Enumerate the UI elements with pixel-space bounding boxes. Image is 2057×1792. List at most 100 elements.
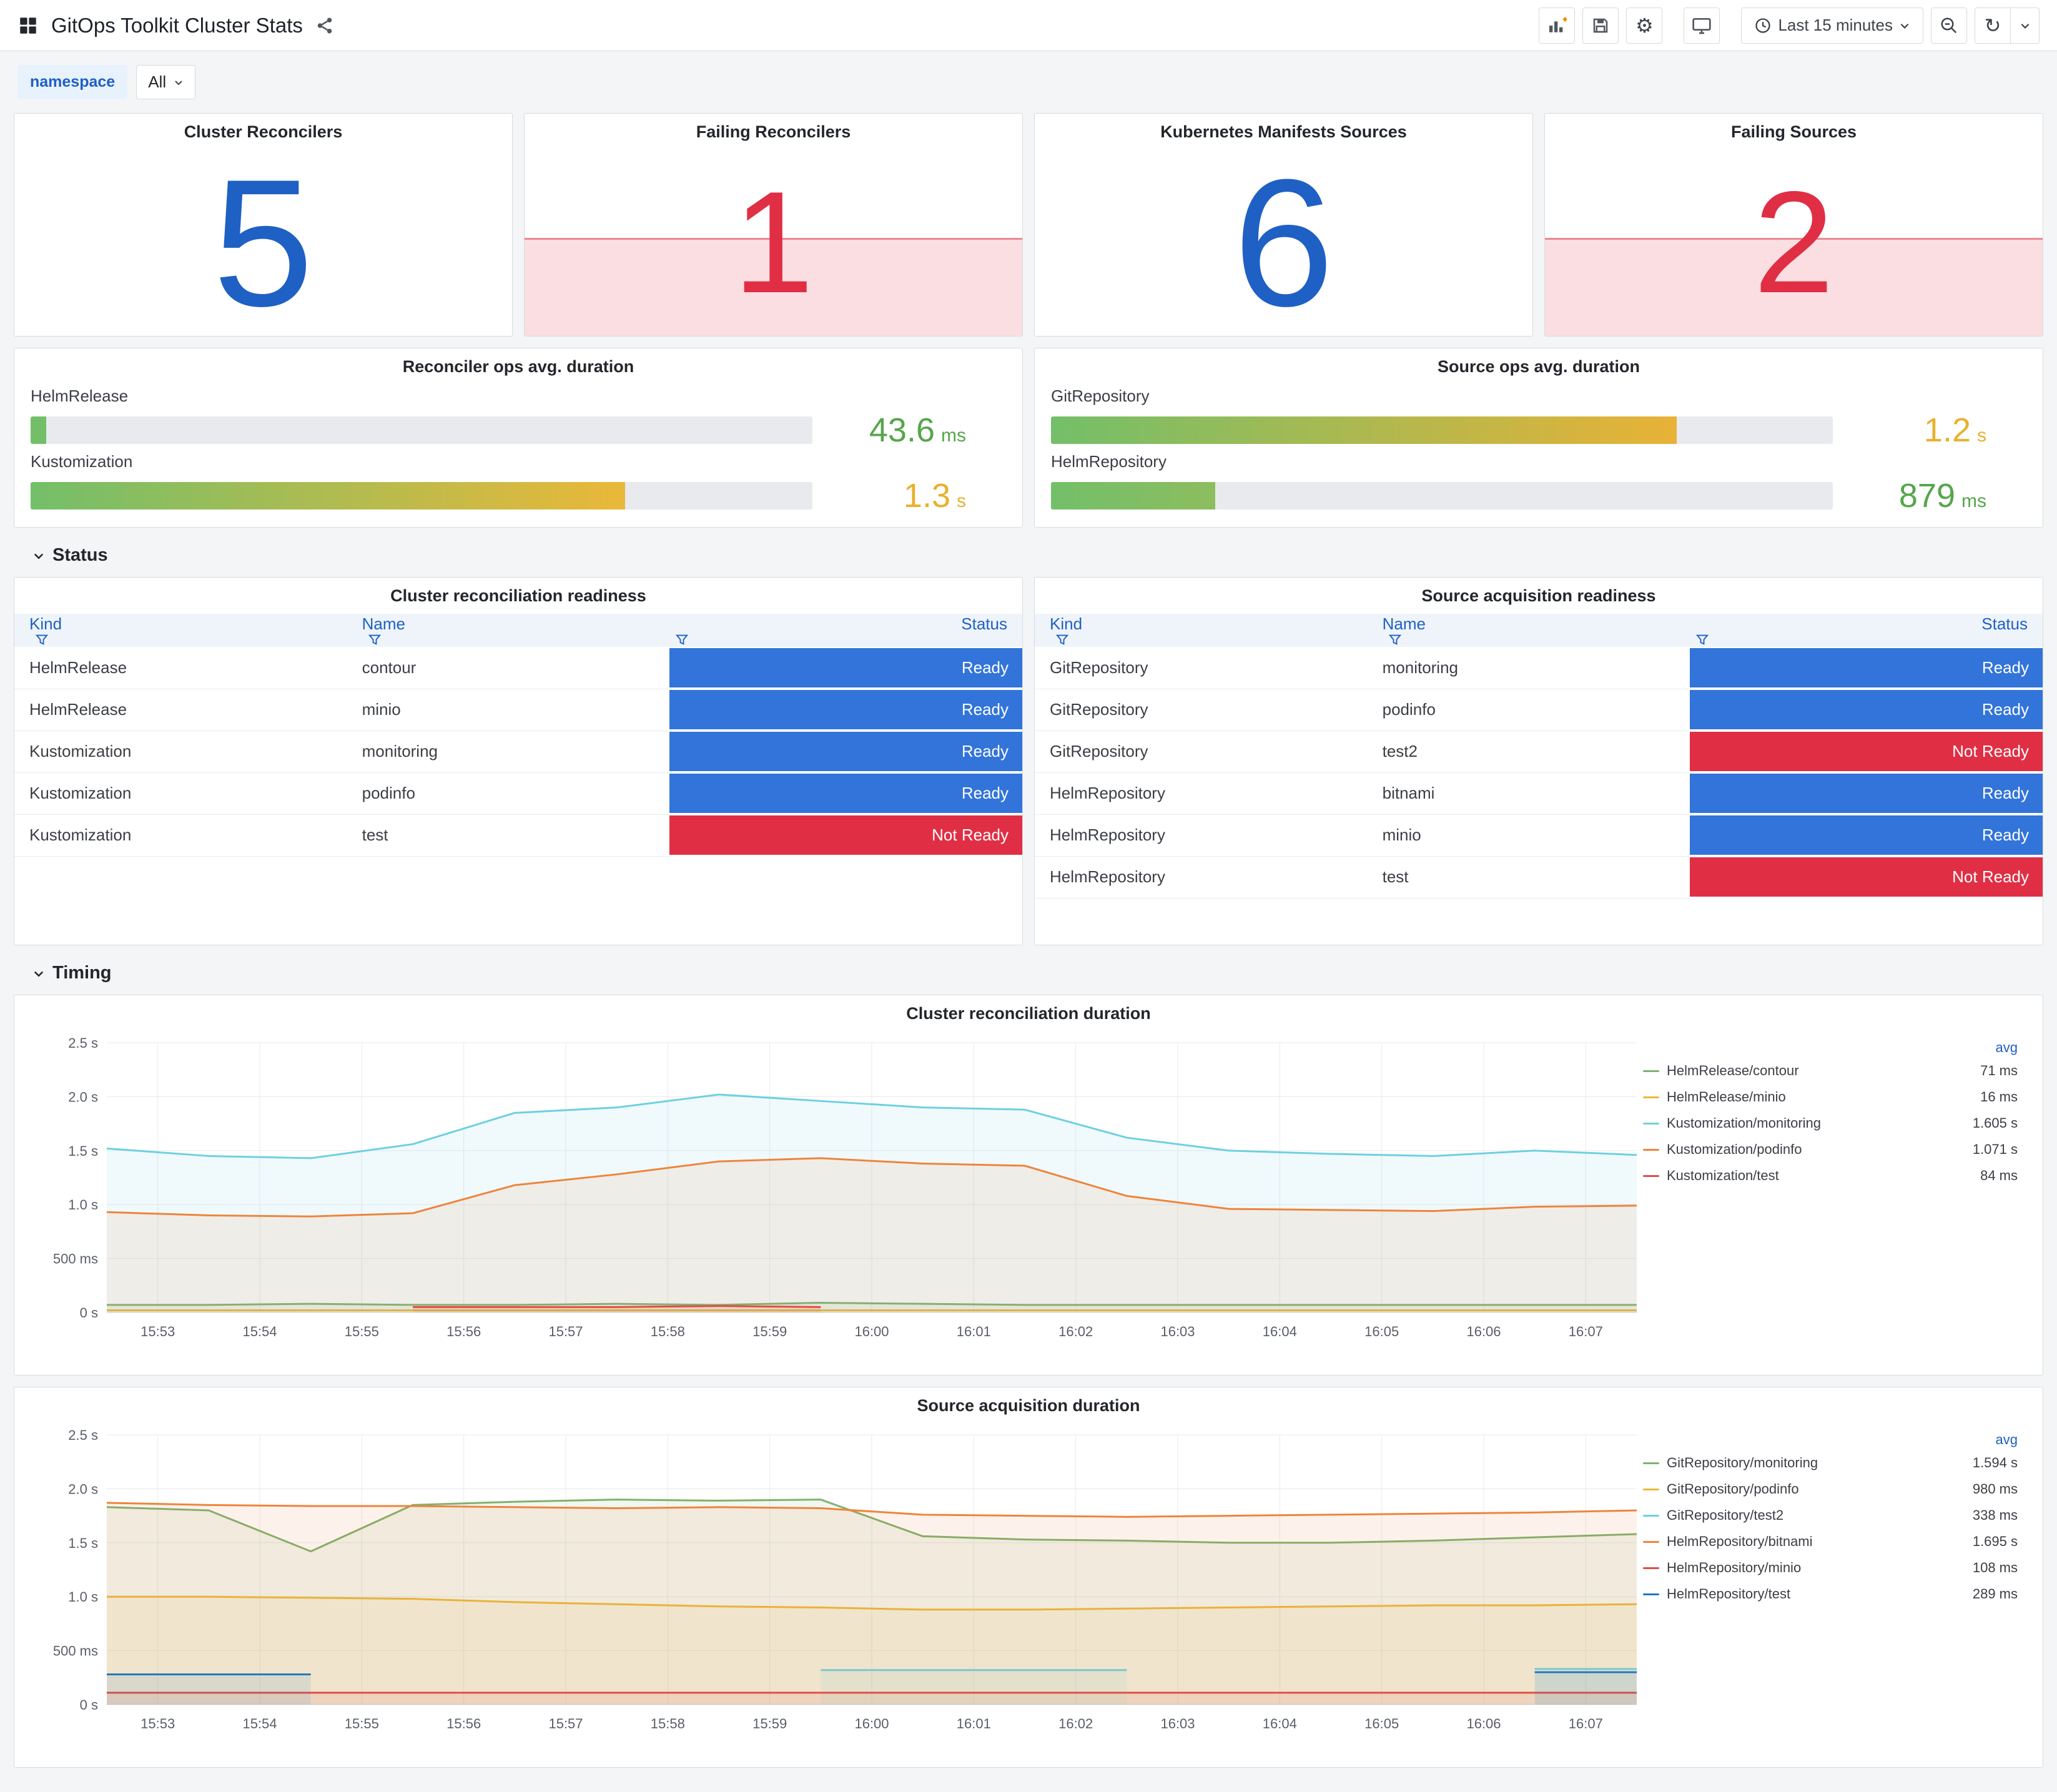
bar-gauge-value-unit: s: [1977, 425, 1986, 446]
chart-legend: avg GitRepository/monitoring 1.594 s GitRep…: [1643, 1424, 2018, 1763]
time-series-plot[interactable]: 15:53 15:54 15:55 15:56 15:57 15:58 15:59 16:00…: [19, 1031, 1643, 1344]
refresh-interval-dropdown[interactable]: [2011, 7, 2040, 44]
timing-section-toggle[interactable]: Timing: [32, 963, 2043, 983]
svg-text:2.0 s: 2.0 s: [68, 1089, 98, 1105]
panel-title: Reconciler ops avg. duration: [402, 357, 634, 376]
monitor-icon: [1692, 17, 1712, 34]
status-cell: Ready: [1690, 647, 2043, 689]
svg-text:15:58: 15:58: [651, 1716, 685, 1731]
legend-item[interactable]: Kustomization/monitoring 1.605 s: [1643, 1110, 2018, 1136]
add-panel-button[interactable]: [1539, 7, 1576, 44]
svg-text:0 s: 0 s: [80, 1697, 98, 1713]
clock-icon: [1755, 17, 1771, 33]
legend-item[interactable]: HelmRepository/minio 108 ms: [1643, 1555, 2018, 1581]
kind-cell: HelmRelease: [14, 689, 347, 731]
legend-item[interactable]: HelmRelease/minio 16 ms: [1643, 1084, 2018, 1110]
panel-title: Source acquisition readiness: [1421, 586, 1656, 605]
svg-text:15:58: 15:58: [651, 1324, 685, 1339]
bar-gauge-value: 879 ms: [1833, 476, 2026, 515]
status-cell: Ready: [1690, 689, 2043, 731]
dashboard-grid: Cluster Reconcilers 5 Failing Reconcilers 1…: [0, 113, 2057, 1783]
column-header-status[interactable]: Status: [1690, 614, 2043, 647]
cycle-view-button[interactable]: [1684, 7, 1720, 44]
status-badge: Ready: [669, 774, 1022, 813]
svg-text:16:00: 16:00: [854, 1324, 889, 1339]
series-name: HelmRepository/test: [1667, 1586, 1791, 1602]
legend-item[interactable]: HelmRelease/contour 71 ms: [1643, 1058, 2018, 1084]
bar-gauge-value-number: 879: [1898, 476, 1955, 514]
refresh-button[interactable]: ↻: [1975, 7, 2011, 44]
series-color-marker: [1643, 1096, 1659, 1098]
legend-item[interactable]: GitRepository/test2 338 ms: [1643, 1502, 2018, 1529]
legend-item[interactable]: GitRepository/podinfo 980 ms: [1643, 1476, 2018, 1502]
time-range-picker[interactable]: Last 15 minutes: [1741, 7, 1923, 44]
svg-text:15:53: 15:53: [141, 1324, 175, 1339]
legend-item[interactable]: GitRepository/monitoring 1.594 s: [1643, 1450, 2018, 1476]
series-avg-value: 1.605 s: [1972, 1115, 2018, 1131]
table-row: HelmRepository bitnami Ready: [1035, 772, 2043, 815]
panel-title: Failing Sources: [1730, 122, 1857, 141]
filter-funnel-icon[interactable]: [368, 634, 381, 646]
column-header-kind[interactable]: Kind: [1035, 614, 1368, 647]
time-series-plot[interactable]: 15:53 15:54 15:55 15:56 15:57 15:58 15:59 16:00…: [19, 1424, 1643, 1736]
dashboard-settings-button[interactable]: ⚙: [1626, 7, 1663, 44]
readiness-table-panel: Cluster reconciliation readiness Kind Name…: [14, 577, 1023, 945]
share-dashboard-icon[interactable]: [315, 16, 334, 35]
save-dashboard-button[interactable]: [1582, 7, 1619, 44]
column-header-name[interactable]: Name: [1367, 614, 1690, 647]
svg-text:2.5 s: 2.5 s: [68, 1427, 98, 1443]
name-cell: bitnami: [1367, 772, 1690, 815]
svg-text:1.5 s: 1.5 s: [68, 1143, 98, 1159]
kind-cell: HelmRepository: [1035, 772, 1368, 815]
column-header-status[interactable]: Status: [669, 614, 1022, 647]
status-badge: Not Ready: [1690, 857, 2043, 897]
legend-item[interactable]: HelmRepository/bitnami 1.695 s: [1643, 1529, 2018, 1555]
zoom-out-icon: [1941, 17, 1957, 33]
filter-funnel-icon[interactable]: [36, 634, 48, 646]
bar-gauge-line: 43.6 ms: [31, 411, 1006, 450]
dashboard-title: GitOps Toolkit Cluster Stats: [51, 13, 303, 37]
namespace-variable-dropdown[interactable]: All: [136, 65, 196, 99]
svg-text:16:06: 16:06: [1466, 1324, 1501, 1339]
series-avg-value: 1.695 s: [1972, 1534, 2018, 1549]
svg-text:500 ms: 500 ms: [53, 1251, 98, 1267]
filter-funnel-icon[interactable]: [676, 634, 689, 646]
filter-funnel-icon[interactable]: [1056, 634, 1068, 646]
legend-item[interactable]: Kustomization/podinfo 1.071 s: [1643, 1136, 2018, 1163]
bar-gauge-panel: Source ops avg. duration GitRepository 1.2…: [1034, 348, 2043, 528]
kind-cell: Kustomization: [14, 731, 347, 773]
column-header-label: Status: [1981, 614, 2028, 633]
panel-title: Cluster reconciliation duration: [906, 1003, 1151, 1023]
bar-gauge-body: GitRepository 1.2 s HelmRepository 879 ms: [1035, 385, 2043, 527]
filter-funnel-icon[interactable]: [1696, 634, 1709, 646]
table-row: HelmRepository minio Ready: [1035, 814, 2043, 857]
status-section-toggle[interactable]: Status: [32, 545, 2043, 566]
chart-body: 15:53 15:54 15:55 15:56 15:57 15:58 15:59 16:00…: [14, 1031, 2043, 1375]
svg-text:15:59: 15:59: [752, 1324, 787, 1339]
column-header-label: Kind: [1050, 614, 1083, 633]
variable-row: namespace All: [0, 51, 2057, 102]
series-name: GitRepository/test2: [1667, 1507, 1784, 1523]
dashboard-grid-icon[interactable]: [17, 15, 39, 36]
column-header-name[interactable]: Name: [347, 614, 670, 647]
filter-funnel-icon[interactable]: [1388, 634, 1401, 646]
status-badge: Ready: [669, 648, 1022, 687]
readiness-table: Kind Name Status HelmRelease contour Ready Hel…: [14, 614, 1022, 857]
panel-title: Source acquisition duration: [917, 1396, 1140, 1415]
stat-panel: Cluster Reconcilers 5: [14, 113, 513, 337]
svg-text:16:05: 16:05: [1364, 1716, 1399, 1731]
kind-cell: GitRepository: [1035, 689, 1368, 731]
zoom-out-button[interactable]: [1931, 7, 1967, 44]
svg-text:500 ms: 500 ms: [53, 1643, 98, 1659]
series-avg-value: 16 ms: [1980, 1089, 2018, 1105]
column-header-kind[interactable]: Kind: [14, 614, 347, 647]
bar-gauge-track: [1051, 481, 1833, 510]
bar-gauge-fill: [31, 481, 625, 510]
stat-value: 2: [1753, 162, 1835, 323]
series-color-marker: [1643, 1462, 1659, 1464]
name-cell: minio: [1367, 814, 1690, 857]
legend-item[interactable]: Kustomization/test 84 ms: [1643, 1163, 2018, 1189]
legend-item[interactable]: HelmRepository/test 289 ms: [1643, 1581, 2018, 1607]
svg-text:15:56: 15:56: [446, 1324, 481, 1339]
bar-gauge-row: HelmRepository 879 ms: [1051, 452, 2026, 515]
